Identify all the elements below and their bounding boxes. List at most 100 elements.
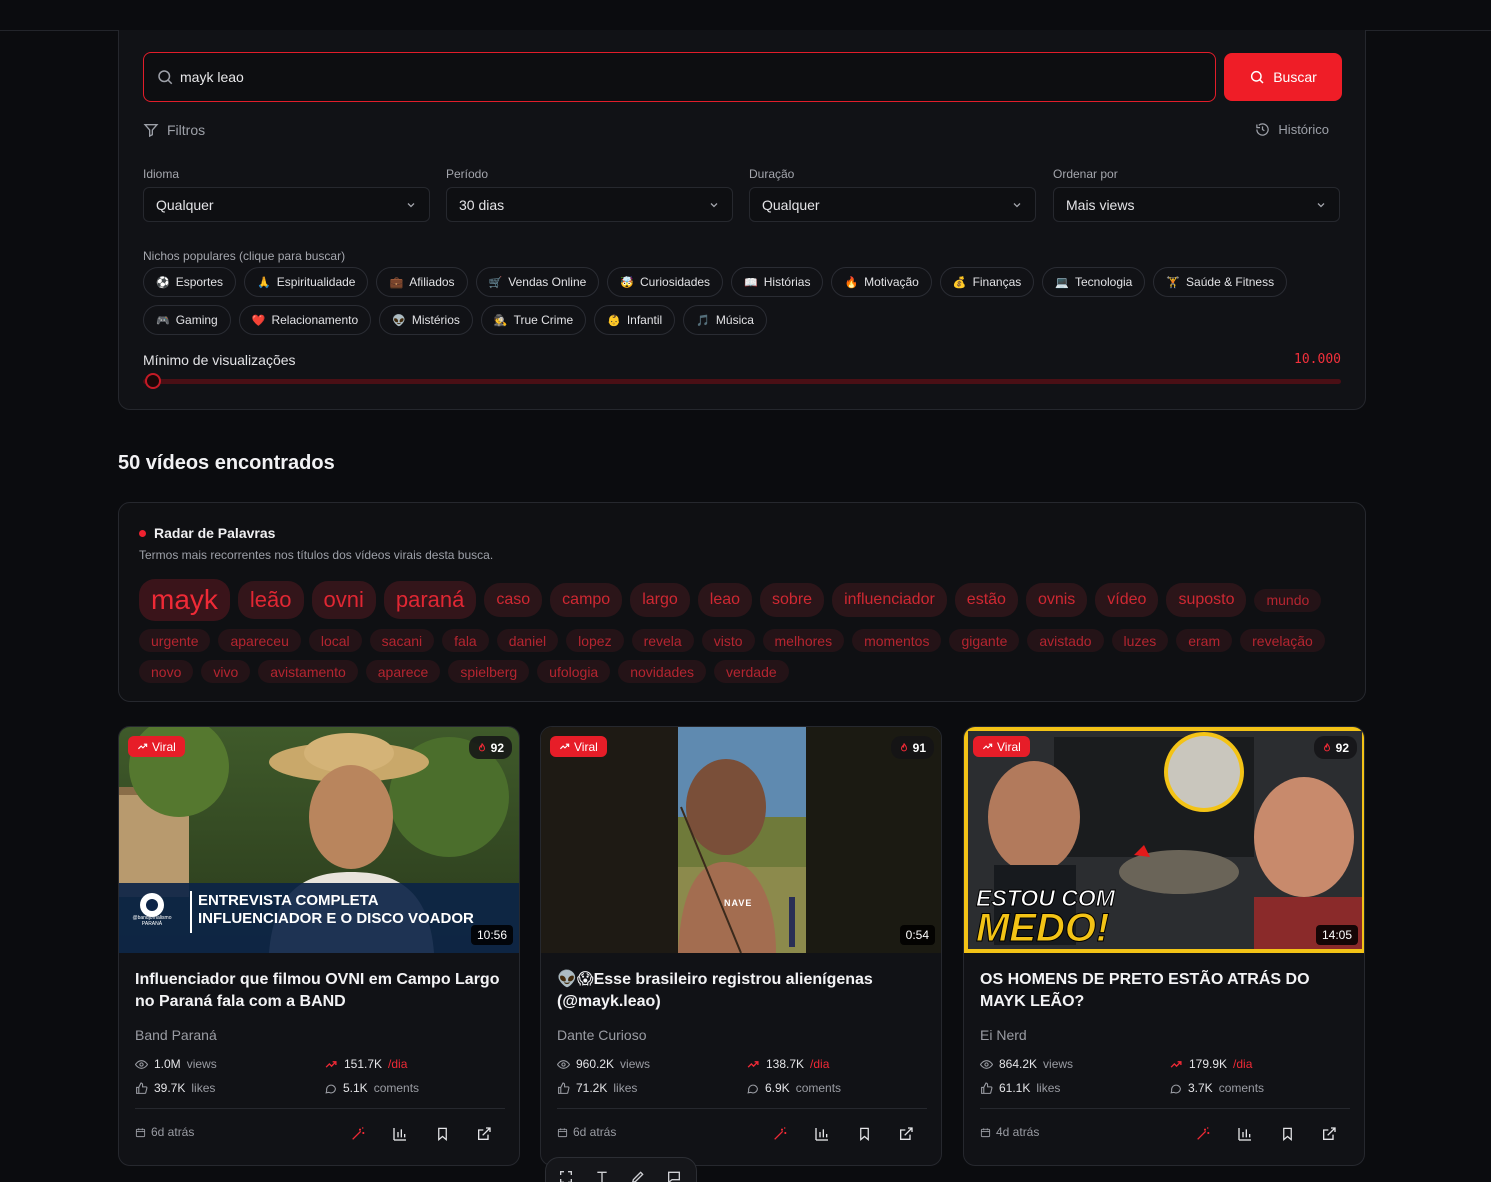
- radar-word[interactable]: apareceu: [218, 629, 301, 652]
- radar-word[interactable]: urgente: [139, 629, 211, 652]
- radar-word[interactable]: momentos: [852, 629, 942, 652]
- radar-word[interactable]: spielberg: [448, 660, 530, 683]
- radar-word[interactable]: lopez: [566, 629, 624, 652]
- bookmark-button[interactable]: [431, 1123, 453, 1145]
- duracao-label: Duração: [749, 167, 795, 181]
- niche-chip[interactable]: 📖 Histórias: [731, 267, 824, 297]
- magic-wand-button[interactable]: [769, 1123, 791, 1145]
- radar-word[interactable]: melhores: [762, 629, 845, 652]
- radar-word[interactable]: leao: [697, 583, 753, 617]
- niche-chip[interactable]: 🔥 Motivação: [831, 267, 932, 297]
- radar-word[interactable]: vivo: [201, 660, 251, 683]
- radar-word[interactable]: fala: [442, 629, 489, 652]
- radar-word[interactable]: leão: [237, 581, 304, 619]
- video-thumbnail[interactable]: ENTREVISTA COMPLETA INFLUENCIADOR E O DI…: [119, 727, 519, 953]
- niche-chip[interactable]: 🛒 Vendas Online: [475, 267, 600, 297]
- radar-word[interactable]: aparece: [365, 660, 441, 683]
- video-title[interactable]: OS HOMENS DE PRETO ESTÃO ATRÁS DO MAYK L…: [980, 969, 1352, 1013]
- niche-chip[interactable]: 🎮 Gaming: [143, 305, 231, 335]
- radar-word[interactable]: influenciador: [832, 583, 947, 617]
- niche-chip[interactable]: 🙏 Espiritualidade: [244, 267, 369, 297]
- analytics-button[interactable]: [811, 1123, 833, 1145]
- radar-word[interactable]: revelação: [1240, 629, 1325, 652]
- radar-word[interactable]: avistamento: [258, 660, 358, 683]
- bookmark-button[interactable]: [853, 1123, 875, 1145]
- radar-word[interactable]: suposto: [1166, 583, 1247, 617]
- radar-word[interactable]: sobre: [760, 583, 825, 617]
- radar-word[interactable]: eram: [1176, 629, 1233, 652]
- niche-chip[interactable]: 👽 Mistérios: [379, 305, 473, 335]
- select-area-icon[interactable]: [558, 1169, 574, 1182]
- niche-chip[interactable]: 🤯 Curiosidades: [607, 267, 724, 297]
- video-thumbnail[interactable]: NAVE Viral 91 0:54: [541, 727, 941, 953]
- radar-word[interactable]: ufologia: [537, 660, 611, 683]
- niche-chip[interactable]: 🎵 Música: [683, 305, 767, 335]
- min-views-slider[interactable]: [143, 379, 1341, 384]
- niche-chip[interactable]: 💻 Tecnologia: [1042, 267, 1146, 297]
- video-card[interactable]: ENTREVISTA COMPLETA INFLUENCIADOR E O DI…: [118, 726, 520, 1166]
- radar-word[interactable]: novo: [139, 660, 194, 683]
- thumbnail-logo-text: @bandjornalismo PARANÁ: [132, 915, 172, 927]
- text-tool-icon[interactable]: [594, 1169, 610, 1182]
- radar-word[interactable]: visto: [701, 629, 755, 652]
- niche-chip[interactable]: ⚽ Esportes: [143, 267, 237, 297]
- radar-word[interactable]: luzes: [1111, 629, 1169, 652]
- video-title[interactable]: 👽😱Esse brasileiro registrou alienígenas …: [557, 969, 929, 1013]
- min-views-slider-thumb[interactable]: [145, 373, 161, 389]
- radar-word[interactable]: gigante: [949, 629, 1020, 652]
- magic-wand-button[interactable]: [347, 1123, 369, 1145]
- history-button[interactable]: Histórico: [1255, 122, 1329, 137]
- radar-word[interactable]: ovni: [311, 581, 376, 619]
- niche-chip[interactable]: 💰 Finanças: [939, 267, 1035, 297]
- radar-word[interactable]: local: [308, 629, 362, 652]
- magic-wand-button[interactable]: [1192, 1123, 1214, 1145]
- radar-word[interactable]: sacani: [369, 629, 435, 652]
- search-button[interactable]: Buscar: [1224, 53, 1342, 101]
- radar-word[interactable]: caso: [484, 583, 543, 617]
- periodo-select[interactable]: 30 dias: [446, 187, 733, 222]
- duracao-select[interactable]: Qualquer: [749, 187, 1036, 222]
- niche-chip[interactable]: 👶 Infantil: [594, 305, 676, 335]
- radar-word[interactable]: campo: [550, 583, 623, 617]
- channel-name: Band Paraná: [135, 1027, 217, 1043]
- video-title[interactable]: Influenciador que filmou OVNI em Campo L…: [135, 969, 507, 1013]
- radar-word[interactable]: ovnis: [1025, 583, 1088, 617]
- idioma-value: Qualquer: [156, 196, 214, 213]
- idioma-select[interactable]: Qualquer: [143, 187, 430, 222]
- radar-word[interactable]: novidades: [618, 660, 707, 683]
- bar-chart-icon: [815, 1128, 828, 1141]
- niche-emoji-icon: 💼: [389, 276, 404, 289]
- views-unit: views: [186, 1057, 217, 1071]
- radar-word[interactable]: revela: [631, 629, 694, 652]
- search-box[interactable]: [143, 52, 1216, 102]
- radar-word[interactable]: largo: [630, 583, 690, 617]
- niche-chip[interactable]: 🏋 Saúde & Fitness: [1153, 267, 1288, 297]
- open-external-button[interactable]: [895, 1123, 917, 1145]
- niche-chip[interactable]: ❤️ Relacionamento: [238, 305, 372, 335]
- radar-word[interactable]: verdade: [714, 660, 789, 683]
- niche-chip[interactable]: 🕵 True Crime: [480, 305, 587, 335]
- radar-word[interactable]: mayk: [139, 579, 230, 621]
- open-external-button[interactable]: [1318, 1123, 1340, 1145]
- open-external-button[interactable]: [473, 1123, 495, 1145]
- radar-word[interactable]: paraná: [383, 581, 477, 619]
- radar-word[interactable]: estão: [954, 583, 1018, 617]
- radar-word[interactable]: vídeo: [1095, 583, 1159, 617]
- radar-word[interactable]: avistado: [1027, 629, 1104, 652]
- filters-toggle[interactable]: Filtros: [143, 122, 205, 138]
- radar-word[interactable]: mundo: [1254, 588, 1322, 612]
- analytics-button[interactable]: [1234, 1123, 1256, 1145]
- bookmark-button[interactable]: [1276, 1123, 1298, 1145]
- calendar-icon: [135, 1127, 146, 1137]
- analytics-button[interactable]: [389, 1123, 411, 1145]
- niche-chip[interactable]: 💼 Afiliados: [376, 267, 468, 297]
- views-value: 864.2K: [999, 1057, 1038, 1071]
- search-input[interactable]: [180, 53, 1200, 101]
- radar-word[interactable]: daniel: [496, 629, 559, 652]
- pencil-icon[interactable]: [630, 1169, 646, 1182]
- ordenar-select[interactable]: Mais views: [1053, 187, 1340, 222]
- comment-tool-icon[interactable]: [666, 1169, 682, 1182]
- video-thumbnail[interactable]: ESTOU COM MEDO! Viral 92 14:05: [964, 727, 1364, 953]
- video-card[interactable]: NAVE Viral 91 0:54 👽😱Esse brasileiro reg…: [540, 726, 942, 1166]
- video-card[interactable]: ESTOU COM MEDO! Viral 92 14:05 OS HOMENS…: [963, 726, 1365, 1166]
